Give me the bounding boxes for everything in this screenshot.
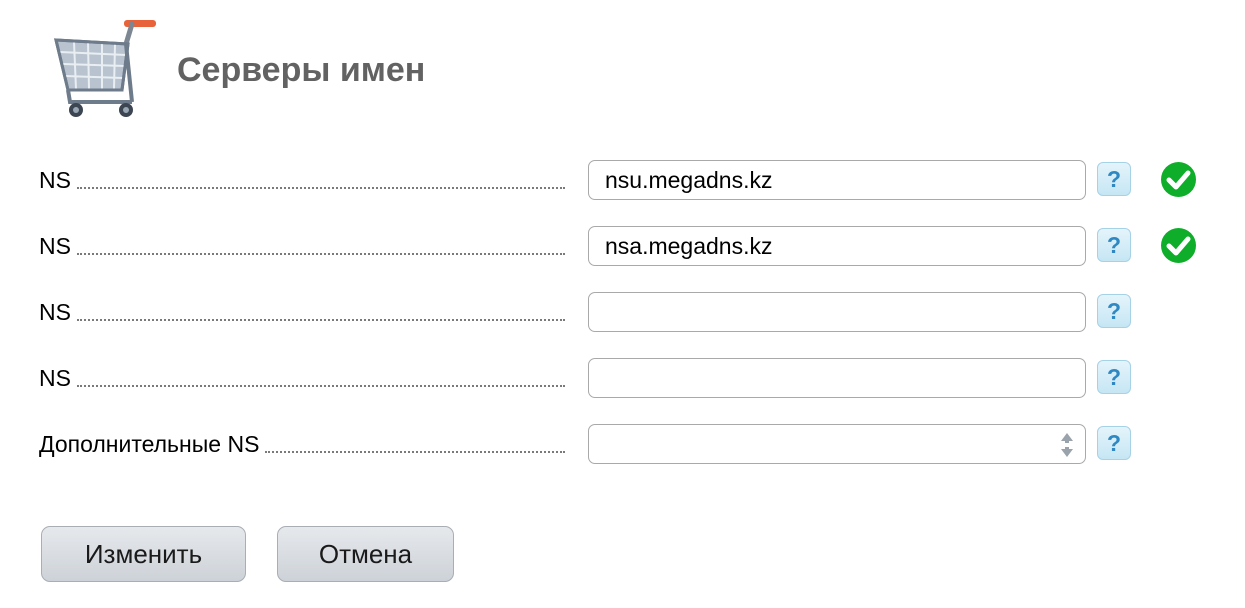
ns-input-3[interactable] — [588, 292, 1086, 332]
extra-ns-select[interactable] — [588, 424, 1086, 464]
help-icon[interactable]: ? — [1097, 162, 1131, 196]
help-icon[interactable]: ? — [1097, 228, 1131, 262]
ns-input-1[interactable] — [588, 160, 1086, 200]
extra-ns-label: Дополнительные NS — [39, 431, 565, 457]
dotted-leader — [76, 384, 565, 387]
ns-label-2: NS — [39, 233, 565, 259]
ns-row-1: NS ? — [0, 160, 1245, 200]
help-icon[interactable]: ? — [1097, 360, 1131, 394]
updown-arrows-icon[interactable] — [1057, 430, 1077, 460]
dotted-leader — [76, 252, 565, 255]
cancel-button[interactable]: Отмена — [277, 526, 454, 582]
ns-row-3: NS ? — [0, 292, 1245, 332]
shopping-cart-icon — [54, 20, 156, 117]
page-title: Серверы имен — [177, 51, 426, 89]
extra-ns-row: Дополнительные NS ? — [0, 424, 1245, 464]
check-circle-icon — [1161, 228, 1196, 263]
dotted-leader — [76, 186, 565, 189]
ns-label-1: NS — [39, 167, 565, 193]
help-icon[interactable]: ? — [1097, 294, 1131, 328]
field-label: NS — [39, 167, 77, 193]
field-label: NS — [39, 365, 77, 391]
field-label: NS — [39, 233, 77, 259]
ns-row-4: NS ? — [0, 358, 1245, 398]
dotted-leader — [76, 318, 565, 321]
check-circle-icon — [1161, 162, 1196, 197]
ns-row-2: NS ? — [0, 226, 1245, 266]
ns-label-3: NS — [39, 299, 565, 325]
ns-input-2[interactable] — [588, 226, 1086, 266]
field-label: Дополнительные NS — [39, 431, 266, 457]
ns-input-4[interactable] — [588, 358, 1086, 398]
ns-label-4: NS — [39, 365, 565, 391]
dotted-leader — [265, 450, 565, 453]
help-icon[interactable]: ? — [1097, 426, 1131, 460]
change-button[interactable]: Изменить — [41, 526, 246, 582]
field-label: NS — [39, 299, 77, 325]
